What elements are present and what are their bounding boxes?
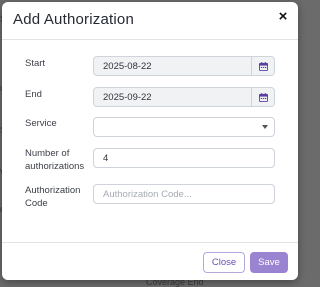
authorization-code-placeholder: Authorization Code...	[103, 189, 192, 200]
calendar-icon	[258, 61, 268, 71]
authorization-code-label: Authorization Code	[25, 185, 81, 209]
end-calendar-button[interactable]	[251, 88, 274, 106]
calendar-icon	[258, 92, 268, 102]
start-date-field[interactable]: 2025-08-22	[93, 56, 275, 76]
end-label: End	[25, 89, 42, 100]
start-date-value: 2025-08-22	[103, 61, 152, 72]
end-date-field[interactable]: 2025-09-22	[93, 87, 275, 107]
dialog-title: Add Authorization	[13, 11, 134, 28]
number-of-authorizations-input[interactable]: 4	[93, 148, 275, 168]
dialog-header: Add Authorization ×	[2, 2, 298, 40]
close-button[interactable]: Close	[203, 252, 245, 273]
service-label: Service	[25, 118, 57, 129]
start-label: Start	[25, 58, 46, 69]
number-of-authorizations-label: Number of authorizations	[25, 148, 85, 172]
add-authorization-dialog: Add Authorization × Start 2025-08-22 End…	[2, 2, 298, 280]
number-of-authorizations-value: 4	[103, 153, 109, 164]
start-calendar-button[interactable]	[251, 57, 274, 75]
service-select[interactable]	[93, 117, 275, 137]
end-date-value: 2025-09-22	[103, 92, 152, 103]
dialog-footer-divider	[2, 242, 298, 243]
save-button[interactable]: Save	[250, 252, 288, 273]
authorization-code-input[interactable]: Authorization Code...	[93, 184, 275, 204]
chevron-down-icon	[262, 125, 268, 129]
close-icon[interactable]: ×	[276, 9, 290, 24]
